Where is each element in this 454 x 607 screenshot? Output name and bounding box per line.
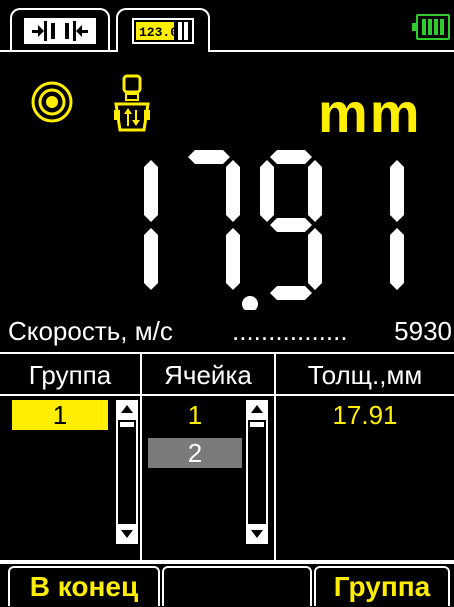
speed-label: Скорость, м/с bbox=[8, 316, 173, 346]
speed-row: Скорость, м/с ................ 5930 bbox=[8, 312, 454, 348]
group-button[interactable]: Группа bbox=[314, 566, 450, 606]
probe-icon bbox=[112, 74, 152, 134]
digit-segment bbox=[270, 150, 312, 164]
scroll-thumb[interactable] bbox=[250, 422, 264, 427]
tab-digital-mode[interactable]: 123.0 bbox=[116, 8, 210, 50]
thickness-value: 17.91 bbox=[332, 400, 398, 430]
units-label: mm bbox=[318, 81, 422, 144]
top-bar: 123.0 bbox=[0, 0, 454, 57]
header-group: Группа bbox=[28, 360, 112, 390]
digit-segment bbox=[270, 286, 312, 300]
svg-text:123.0: 123.0 bbox=[139, 25, 178, 40]
digit-segment bbox=[270, 218, 312, 232]
group-selected-cell[interactable]: 1 bbox=[12, 400, 108, 430]
target-icon bbox=[30, 80, 74, 124]
to-end-button[interactable]: В конец bbox=[8, 566, 160, 606]
digit-segment bbox=[226, 228, 240, 290]
tab-probe-mode[interactable] bbox=[10, 8, 110, 50]
cell-scrollbar[interactable] bbox=[246, 400, 268, 544]
decimal-point bbox=[242, 296, 258, 312]
digit-segment bbox=[390, 160, 404, 222]
scroll-down-icon[interactable] bbox=[248, 524, 266, 542]
battery-full-icon bbox=[412, 14, 450, 40]
tab-divider bbox=[0, 50, 454, 52]
digit-segment bbox=[390, 228, 404, 290]
header-cell: Ячейка bbox=[164, 360, 252, 390]
digit-segment bbox=[308, 228, 322, 290]
digit-segment bbox=[308, 160, 322, 222]
scroll-thumb[interactable] bbox=[120, 422, 134, 427]
speed-leader-dots: ................ bbox=[232, 316, 348, 346]
digit-segment bbox=[144, 228, 158, 290]
header-thickness: Толщ.,мм bbox=[307, 360, 423, 390]
digit-segment bbox=[144, 160, 158, 222]
digit-segment bbox=[260, 160, 274, 222]
scroll-up-icon[interactable] bbox=[248, 402, 266, 420]
thickness-reading bbox=[0, 140, 454, 312]
scroll-up-icon[interactable] bbox=[118, 402, 136, 420]
table-top-border bbox=[0, 352, 454, 354]
scroll-down-icon[interactable] bbox=[118, 524, 136, 542]
table-header-border bbox=[0, 394, 454, 396]
cell-item[interactable]: 1 bbox=[148, 400, 242, 431]
digit-segment bbox=[226, 160, 240, 222]
empty-softkey[interactable] bbox=[162, 566, 312, 606]
speed-value: 5930 bbox=[394, 316, 452, 346]
cell-item-selected[interactable]: 2 bbox=[148, 438, 242, 468]
probe-gap-icon bbox=[24, 18, 96, 44]
digit-segment bbox=[188, 150, 230, 164]
digital-readout-icon: 123.0 bbox=[132, 18, 194, 44]
table-bottom-border bbox=[0, 560, 454, 564]
group-scrollbar[interactable] bbox=[116, 400, 138, 544]
